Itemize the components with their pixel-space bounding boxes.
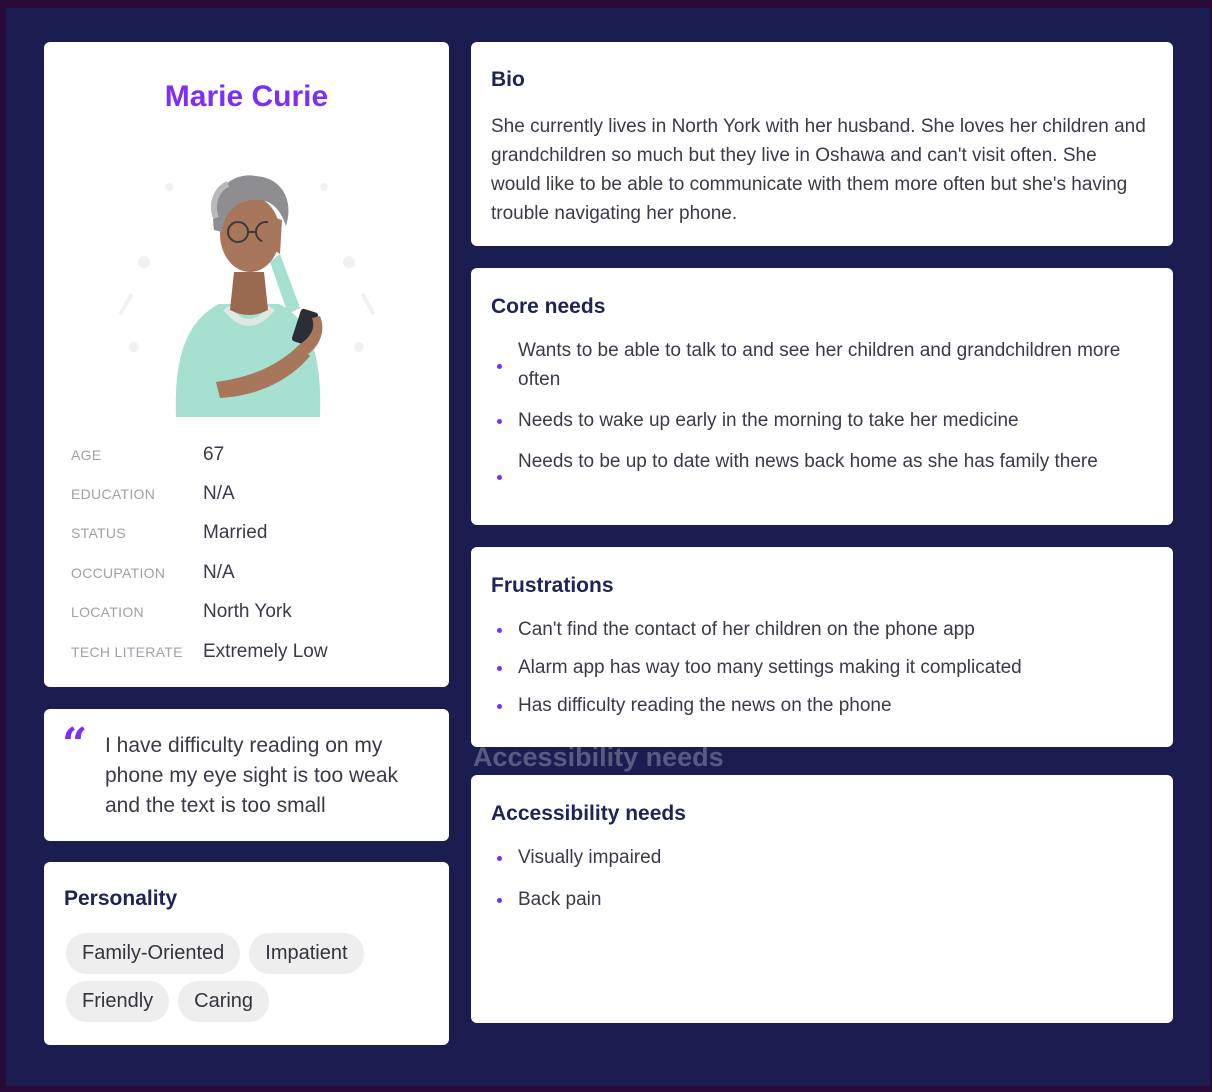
frustrations-list: Can't find the contact of her children o… bbox=[497, 615, 1147, 729]
bullet-icon bbox=[497, 475, 502, 480]
bullet-icon bbox=[497, 628, 502, 633]
list-item-text: Alarm app has way too many settings maki… bbox=[518, 657, 1022, 678]
list-item-text: Visually impaired bbox=[518, 847, 662, 868]
bullet-icon bbox=[497, 666, 502, 671]
list-item: Back pain bbox=[497, 885, 1147, 914]
personality-card: Personality Family-Oriented Impatient Fr… bbox=[44, 862, 449, 1045]
list-item-text: Can't find the contact of her children o… bbox=[518, 619, 975, 640]
list-item: Needs to be up to date with news back ho… bbox=[497, 447, 1147, 480]
list-item: Visually impaired bbox=[497, 843, 1147, 872]
core-needs-title: Core needs bbox=[491, 295, 606, 318]
bio-title: Bio bbox=[491, 68, 525, 91]
detail-value: N/A bbox=[203, 483, 235, 505]
list-item: Wants to be able to talk to and see her … bbox=[497, 336, 1147, 394]
persona-photo bbox=[119, 175, 375, 417]
accessibility-needs-title: Accessibility needs bbox=[491, 802, 686, 825]
list-item-text: Needs to wake up early in the morning to… bbox=[518, 410, 1019, 431]
persona-details: AGE 67 EDUCATION N/A STATUS Married OCCU… bbox=[71, 435, 431, 671]
detail-value: Married bbox=[203, 522, 268, 544]
persona-name: Marie Curie bbox=[164, 80, 329, 113]
personality-tags: Family-Oriented Impatient Friendly Carin… bbox=[66, 933, 436, 1029]
accessibility-needs-list: Visually impaired Back pain bbox=[497, 843, 1147, 927]
personality-tag: Friendly bbox=[66, 981, 170, 1022]
detail-row-education: EDUCATION N/A bbox=[71, 474, 431, 513]
detail-row-occupation: OCCUPATION N/A bbox=[71, 553, 431, 592]
list-item-text: Wants to be able to talk to and see her … bbox=[518, 340, 1121, 390]
detail-label: OCCUPATION bbox=[71, 564, 166, 581]
list-item: Alarm app has way too many settings maki… bbox=[497, 653, 1147, 682]
core-needs-card: Core needs Wants to be able to talk to a… bbox=[471, 268, 1173, 525]
personality-tag: Family-Oriented bbox=[66, 933, 241, 974]
list-item-text: Has difficulty reading the news on the p… bbox=[518, 695, 892, 716]
list-item-text: Back pain bbox=[518, 889, 602, 910]
detail-value: N/A bbox=[203, 561, 235, 583]
bio-card: Bio She currently lives in North York wi… bbox=[471, 42, 1173, 246]
bio-text: She currently lives in North York with h… bbox=[491, 116, 1146, 224]
accessibility-needs-card: Accessibility needs Visually impaired Ba… bbox=[471, 775, 1173, 1023]
bullet-icon bbox=[497, 898, 502, 903]
bullet-icon bbox=[497, 704, 502, 709]
core-needs-list: Wants to be able to talk to and see her … bbox=[497, 336, 1147, 488]
quote-text: I have difficulty reading on my phone my… bbox=[105, 734, 398, 817]
personality-title: Personality bbox=[64, 887, 178, 910]
quote-card: “ I have difficulty reading on my phone … bbox=[44, 709, 449, 841]
personality-tag: Impatient bbox=[249, 933, 364, 974]
detail-row-status: STATUS Married bbox=[71, 514, 431, 553]
detail-label: STATUS bbox=[71, 525, 126, 542]
detail-label: TECH LITERATE bbox=[71, 643, 183, 660]
detail-label: EDUCATION bbox=[71, 486, 156, 503]
detail-row-age: AGE 67 bbox=[71, 435, 431, 474]
frustrations-card: Frustrations Can't find the contact of h… bbox=[471, 547, 1173, 747]
detail-value: 67 bbox=[203, 443, 225, 465]
frustrations-title: Frustrations bbox=[491, 574, 614, 597]
bullet-icon bbox=[497, 364, 502, 369]
detail-label: LOCATION bbox=[71, 604, 144, 621]
detail-value: Extremely Low bbox=[203, 640, 328, 662]
personality-tag: Caring bbox=[178, 981, 270, 1022]
quote-icon: “ bbox=[62, 719, 88, 770]
profile-card: Marie Curie AGE 67 EDUCATION N/A STATUS … bbox=[44, 42, 449, 687]
list-item: Can't find the contact of her children o… bbox=[497, 615, 1147, 644]
list-item: Has difficulty reading the news on the p… bbox=[497, 691, 1147, 720]
detail-row-tech-literate: TECH LITERATE Extremely Low bbox=[71, 632, 431, 671]
bullet-icon bbox=[497, 856, 502, 861]
list-item: Needs to wake up early in the morning to… bbox=[497, 406, 1147, 435]
detail-row-location: LOCATION North York bbox=[71, 593, 431, 632]
bullet-icon bbox=[497, 419, 502, 424]
detail-label: AGE bbox=[71, 446, 102, 463]
detail-value: North York bbox=[203, 601, 292, 623]
list-item-text: Needs to be up to date with news back ho… bbox=[518, 451, 1098, 472]
